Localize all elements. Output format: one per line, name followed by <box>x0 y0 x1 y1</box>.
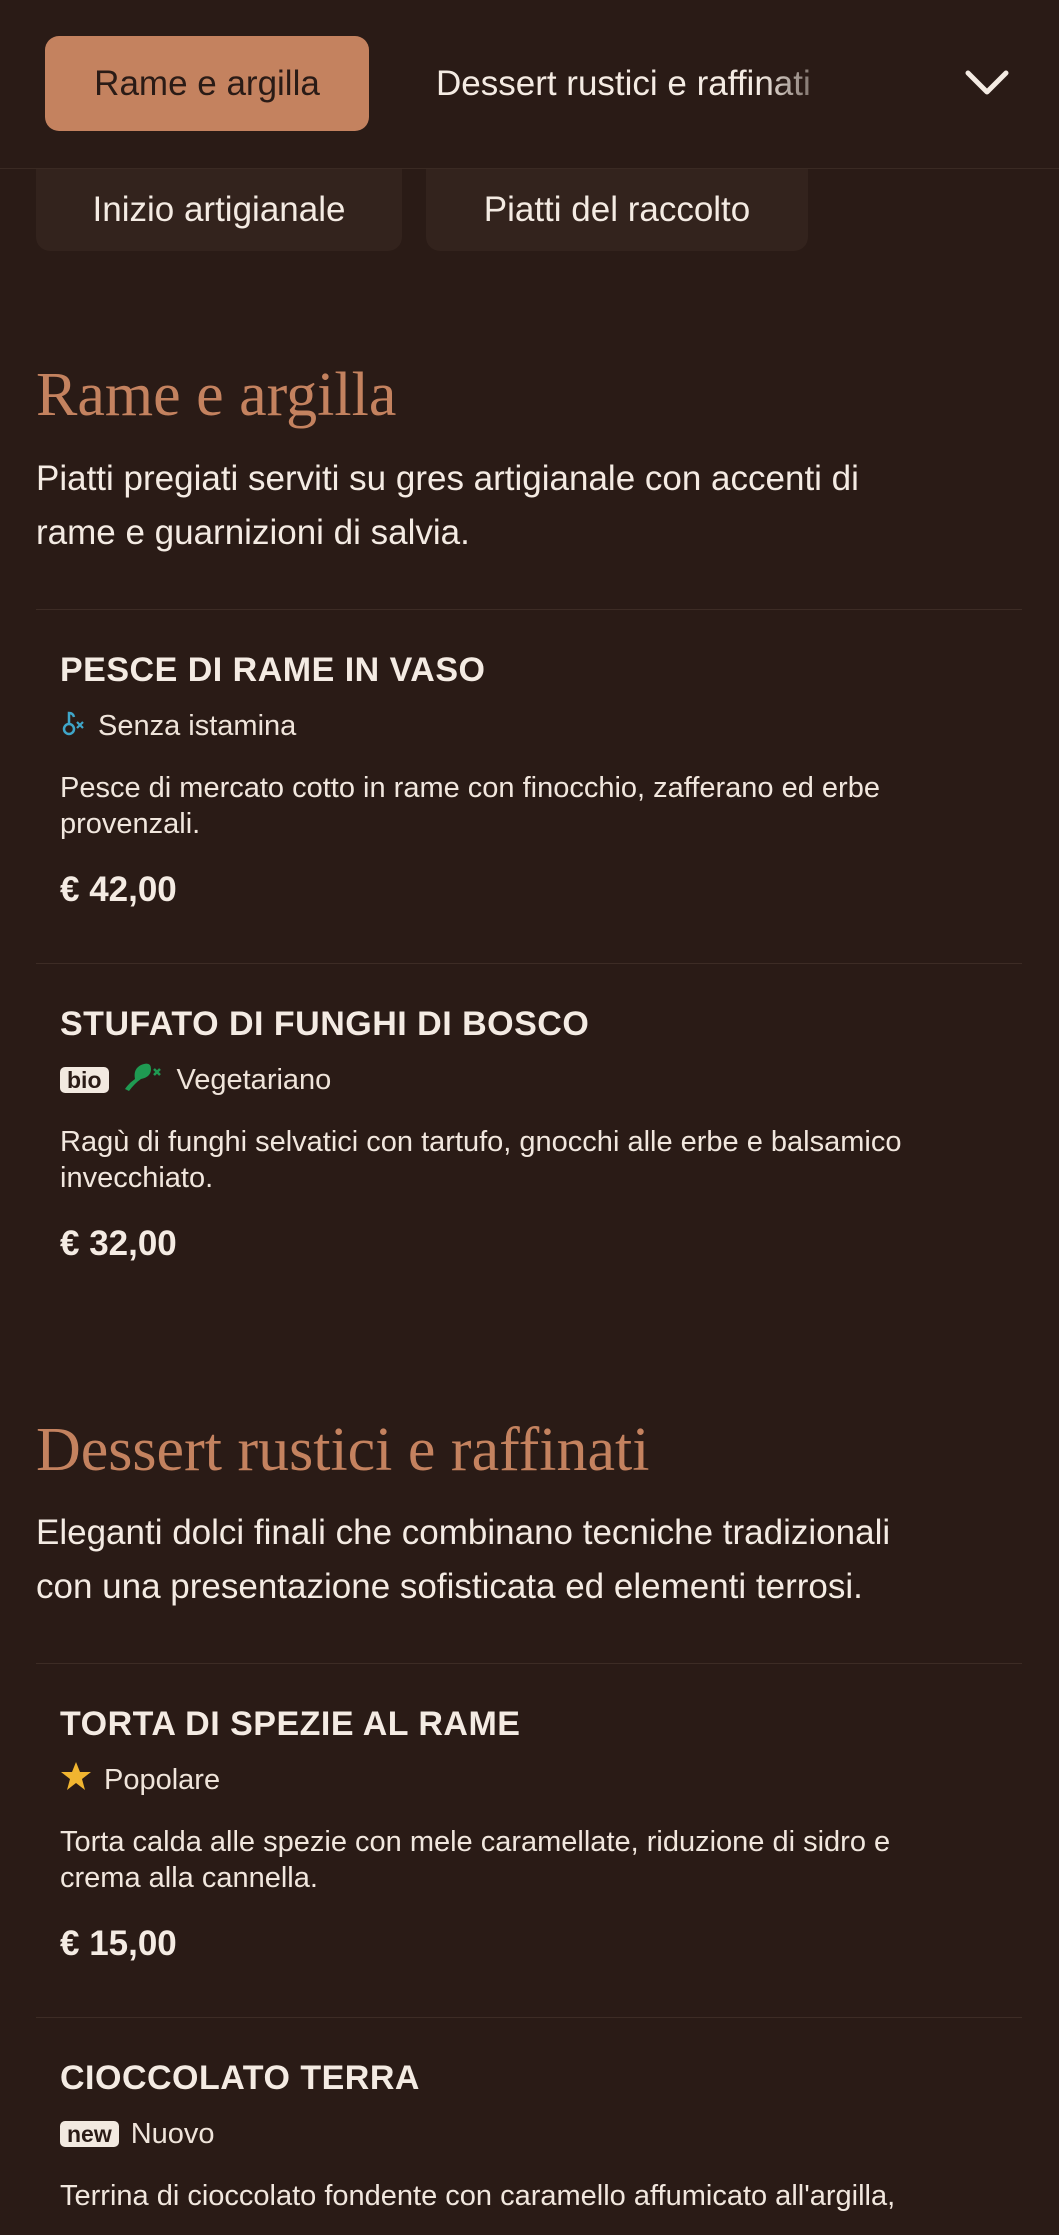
tab-rame-e-argilla[interactable]: Rame e argilla <box>45 36 369 131</box>
item-tags: Popolare <box>60 1760 1000 1800</box>
item-name: STUFATO DI FUNGHI DI BOSCO <box>60 1005 590 1043</box>
item-tags: bio Vegetariano <box>60 1060 1000 1100</box>
item-description: Ragù di funghi selvatici con tartufo, gn… <box>60 1126 902 1194</box>
menu-item[interactable]: CIOCCOLATO TERRA new Nuovo Terrina di ci… <box>60 2054 1000 2214</box>
item-description: Torta calda alle spezie con mele caramel… <box>60 1826 891 1894</box>
item-description: Pesce di mercato cotto in rame con finoc… <box>60 772 880 840</box>
menu-item[interactable]: PESCE DI RAME IN VASO Senza istamina Pes… <box>60 646 1000 914</box>
item-name: CIOCCOLATO TERRA <box>60 2059 420 2097</box>
menu-item[interactable]: TORTA DI SPEZIE AL RAME Popolare Torta c… <box>60 1700 1000 1968</box>
tab-scroll-fade <box>760 36 910 131</box>
histamine-free-icon <box>60 708 86 744</box>
item-tags: new Nuovo <box>60 2114 1000 2154</box>
star-icon <box>60 1761 92 1799</box>
item-price: € 15,00 <box>60 1924 177 1963</box>
item-tag: Nuovo <box>130 2117 215 2150</box>
item-tag: Vegetariano <box>176 1063 332 1096</box>
divider <box>36 963 1022 964</box>
item-price: € 42,00 <box>60 870 177 909</box>
chevron-down-icon[interactable] <box>960 60 1014 105</box>
new-badge: new <box>60 2121 119 2147</box>
item-price: € 32,00 <box>60 1224 177 1263</box>
menu-item[interactable]: STUFATO DI FUNGHI DI BOSCO bio Vegetaria… <box>60 1000 1000 1268</box>
item-name: PESCE DI RAME IN VASO <box>60 651 486 689</box>
divider <box>36 1663 1022 1664</box>
section-description: Piatti pregiati serviti su gres artigian… <box>36 459 859 552</box>
section-title: Rame e argilla <box>36 361 397 429</box>
item-tag: Senza istamina <box>98 709 297 742</box>
section-title: Dessert rustici e raffinati <box>36 1416 650 1484</box>
divider <box>36 2017 1022 2018</box>
item-tags: Senza istamina <box>60 706 1000 746</box>
tab-piatti-del-raccolto[interactable]: Piatti del raccolto <box>426 169 808 251</box>
divider <box>36 609 1022 610</box>
item-name: TORTA DI SPEZIE AL RAME <box>60 1705 521 1743</box>
organic-badge: bio <box>60 1067 109 1093</box>
item-tag: Popolare <box>104 1763 221 1796</box>
vegetarian-icon <box>121 1059 165 1101</box>
category-nav: Rame e argilla Dessert rustici e raffina… <box>0 0 1059 169</box>
tab-inizio-artigianale[interactable]: Inizio artigianale <box>36 169 402 251</box>
section-description: Eleganti dolci finali che combinano tecn… <box>36 1513 891 1606</box>
item-description: Terrina di cioccolato fondente con caram… <box>60 2180 896 2212</box>
